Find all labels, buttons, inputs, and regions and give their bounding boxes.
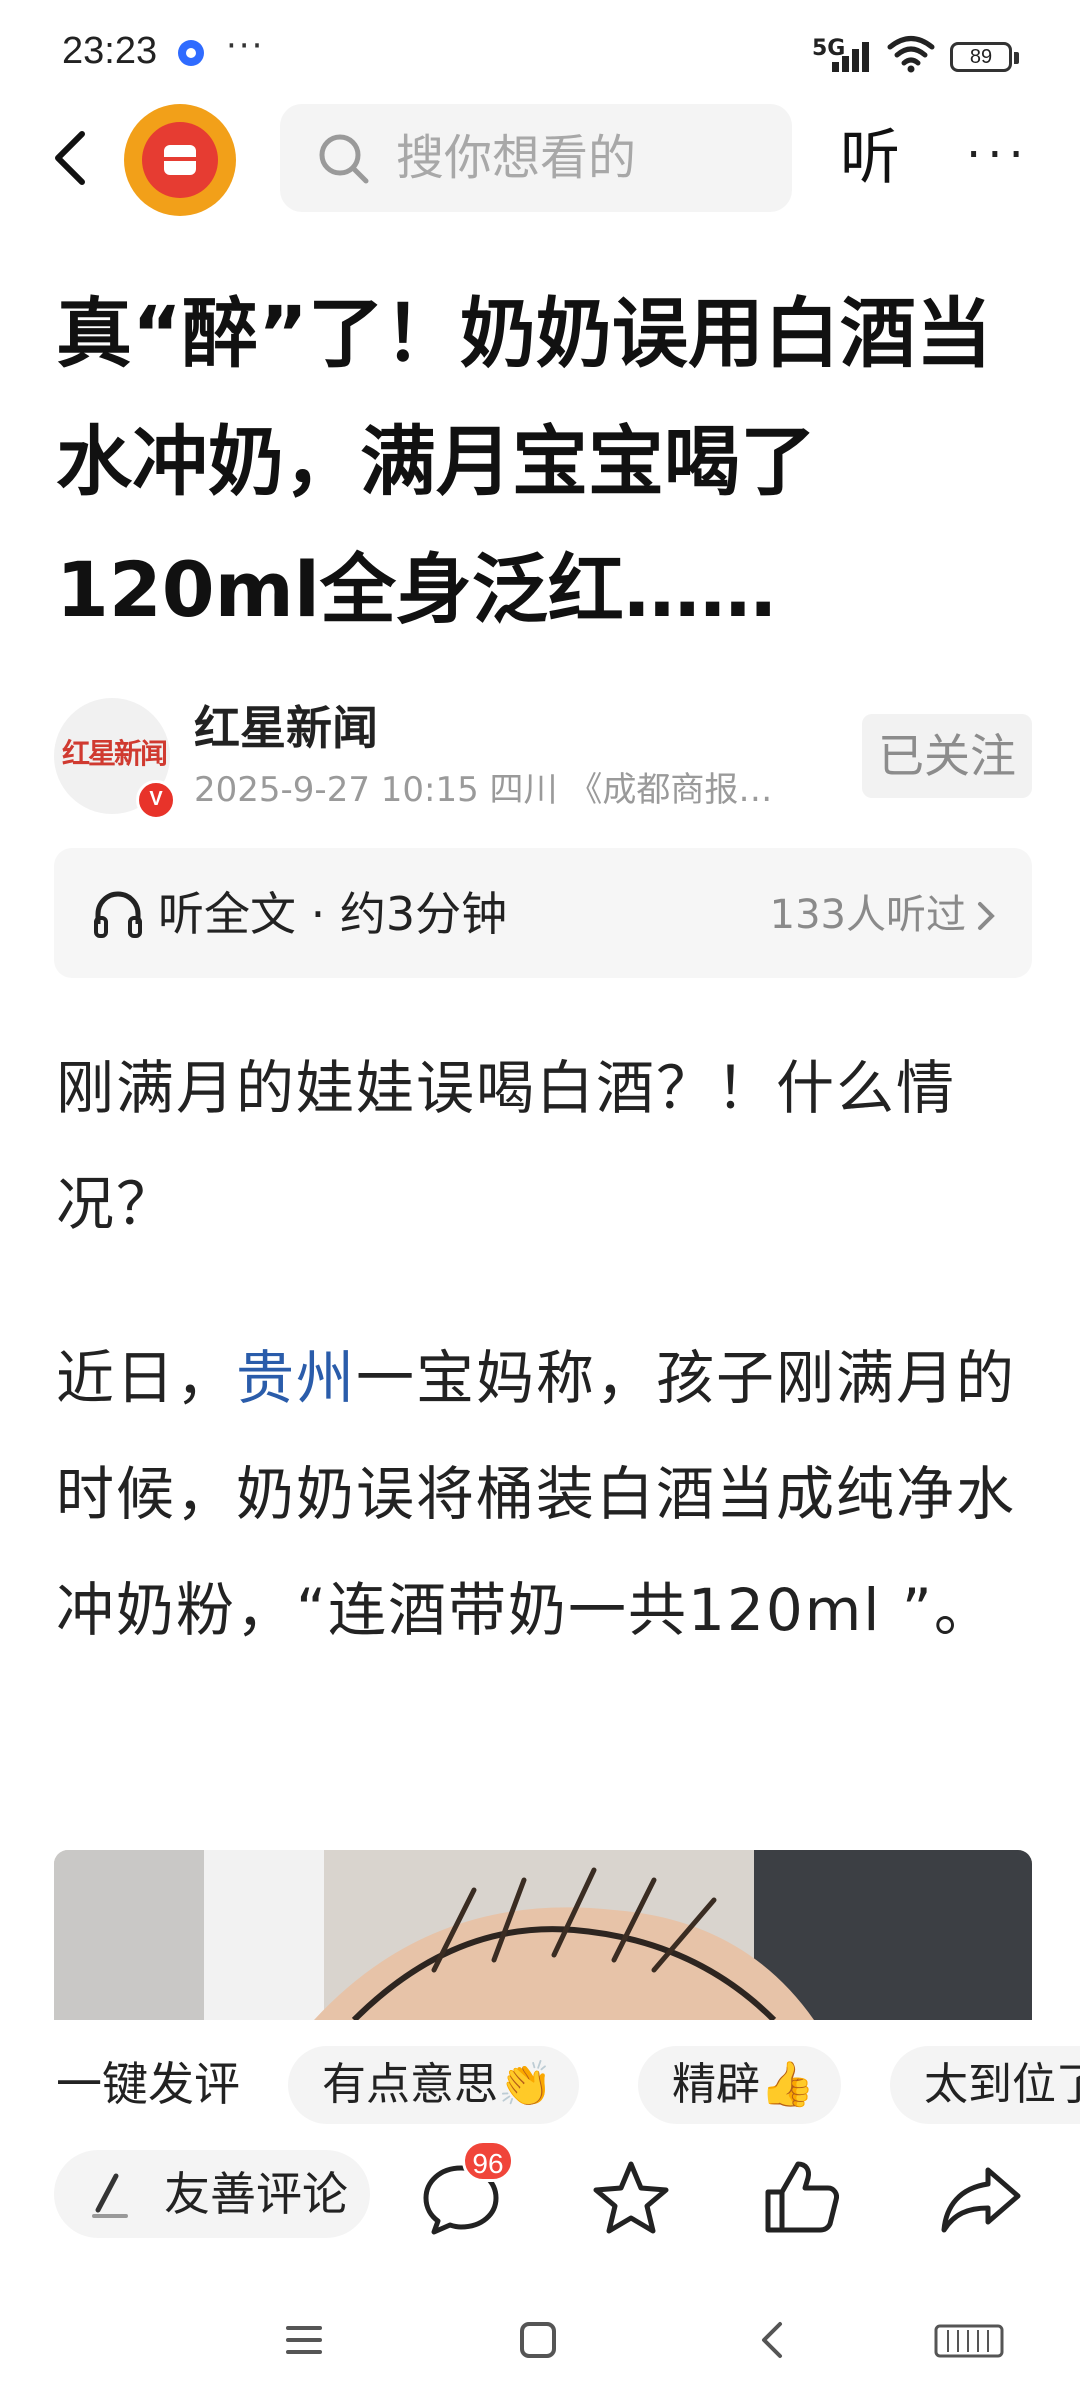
thumbs-up-icon[interactable]	[760, 2156, 842, 2238]
listen-full-text-bar[interactable]: 听全文 · 约3分钟 133人听过	[54, 848, 1032, 978]
recent-apps-icon[interactable]	[284, 2320, 324, 2360]
nav-back-icon[interactable]	[756, 2318, 790, 2362]
home-icon[interactable]	[518, 2320, 558, 2360]
back-button[interactable]	[40, 118, 100, 198]
article-title: 真“醉”了！奶奶误用白酒当水冲奶，满月宝宝喝了120ml全身泛红……	[56, 289, 992, 634]
avatar-logo-text: 红星新闻	[62, 737, 168, 770]
status-bar: 23:23 ··· 5G 89	[0, 0, 1080, 110]
app-logo[interactable]	[124, 104, 236, 216]
status-more-icon: ···	[226, 26, 265, 66]
share-icon[interactable]	[938, 2162, 1024, 2238]
quick-reply-chip[interactable]: 精辟👍	[638, 2046, 841, 2124]
place-link[interactable]: 贵州	[236, 1344, 356, 1412]
comment-placeholder: 友善评论	[164, 2167, 348, 2221]
favorite-star-icon[interactable]	[590, 2158, 672, 2238]
quick-reply-chip[interactable]: 有点意思👏	[288, 2046, 579, 2124]
author-name[interactable]: 红星新闻	[194, 700, 378, 756]
keyboard-icon[interactable]	[934, 2324, 1004, 2358]
paragraph-text: 近日，	[56, 1344, 237, 1412]
battery-icon: 89	[950, 42, 1012, 72]
battery-tip	[1014, 52, 1019, 64]
quick-reply-chip[interactable]: 太到位了	[890, 2046, 1080, 2124]
follow-button[interactable]: 已关注	[862, 714, 1032, 798]
author-avatar[interactable]: 红星新闻 V	[54, 698, 176, 820]
location-indicator-icon	[178, 40, 204, 66]
article-meta: 2025-9-27 10:15 四川 《成都商报…	[194, 770, 773, 810]
headphones-icon	[94, 891, 142, 938]
signal-icon	[832, 42, 869, 72]
quick-reply-bar: 一键发评 有点意思👏 精辟👍 太到位了	[0, 2020, 1080, 2150]
chevron-right-icon	[978, 902, 995, 930]
article-image[interactable]	[54, 1850, 1032, 2020]
comment-count-badge: 96	[462, 2140, 514, 2182]
app-logo-inner	[142, 122, 218, 198]
listen-count: 133人听过	[769, 892, 966, 938]
status-time: 23:23	[62, 30, 158, 72]
verified-badge: V	[136, 780, 176, 820]
wifi-icon	[887, 36, 935, 73]
search-icon	[319, 134, 369, 184]
gift-icon	[164, 145, 196, 175]
article-paragraph: 近日，贵州一宝妈称，孩子刚满月的时候，奶奶误将桶装白酒当成纯净水冲奶粉，“连酒带…	[56, 1320, 1036, 1668]
quick-reply-label: 一键发评	[56, 2057, 240, 2111]
search-input[interactable]: 搜你想看的	[280, 104, 792, 212]
baby-photo	[54, 1850, 1032, 2020]
search-placeholder: 搜你想看的	[396, 130, 637, 186]
article-paragraph: 刚满月的娃娃误喝白酒？！什么情况？	[56, 1054, 957, 1238]
more-options-button[interactable]: ···	[966, 130, 1030, 180]
pen-icon	[92, 2173, 128, 2218]
comment-input[interactable]: 友善评论	[54, 2150, 370, 2238]
listen-full-text-label: 听全文 · 约3分钟	[158, 887, 508, 941]
listen-button[interactable]: 听	[840, 118, 900, 198]
